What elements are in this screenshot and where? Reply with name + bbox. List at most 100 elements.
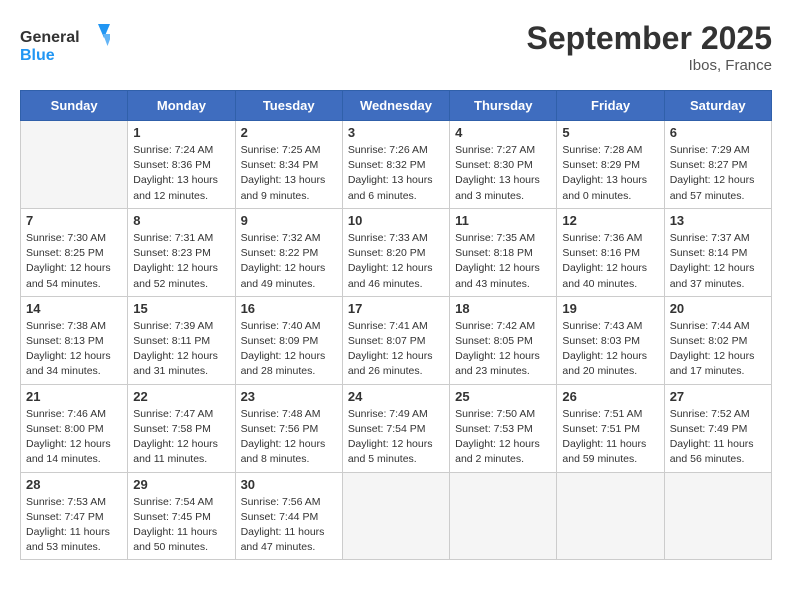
- calendar-cell: 26Sunrise: 7:51 AMSunset: 7:51 PMDayligh…: [557, 384, 664, 472]
- day-info: Sunrise: 7:54 AMSunset: 7:45 PMDaylight:…: [133, 495, 229, 556]
- day-info: Sunrise: 7:39 AMSunset: 8:11 PMDaylight:…: [133, 319, 229, 380]
- day-info: Sunrise: 7:26 AMSunset: 8:32 PMDaylight:…: [348, 143, 444, 204]
- calendar-cell: 14 Sunrise: 7:38 AMSunset: 8:13 PMDayligh…: [21, 296, 128, 384]
- calendar-cell: 12 Sunrise: 7:36 AMSunset: 8:16 PMDayligh…: [557, 208, 664, 296]
- day-number: 2: [241, 125, 337, 140]
- calendar-cell: 6 Sunrise: 7:29 AMSunset: 8:27 PMDaylight…: [664, 121, 771, 209]
- day-info: Sunrise: 7:52 AMSunset: 7:49 PMDaylight:…: [670, 407, 766, 468]
- day-info: Sunrise: 7:40 AMSunset: 8:09 PMDaylight:…: [241, 319, 337, 380]
- day-number: 22: [133, 389, 229, 404]
- day-info: Sunrise: 7:46 AMSunset: 8:00 PMDaylight:…: [26, 407, 122, 468]
- day-info: Sunrise: 7:50 AMSunset: 7:53 PMDaylight:…: [455, 407, 551, 468]
- col-header-sunday: Sunday: [21, 91, 128, 121]
- day-number: 27: [670, 389, 766, 404]
- col-header-friday: Friday: [557, 91, 664, 121]
- day-info: Sunrise: 7:44 AMSunset: 8:02 PMDaylight:…: [670, 319, 766, 380]
- day-number: 23: [241, 389, 337, 404]
- calendar-cell: 13 Sunrise: 7:37 AMSunset: 8:14 PMDayligh…: [664, 208, 771, 296]
- col-header-thursday: Thursday: [450, 91, 557, 121]
- calendar-cell: 24Sunrise: 7:49 AMSunset: 7:54 PMDayligh…: [342, 384, 449, 472]
- day-info: Sunrise: 7:47 AMSunset: 7:58 PMDaylight:…: [133, 407, 229, 468]
- page-header: General Blue September 2025 Ibos, France: [20, 20, 772, 74]
- day-number: 30: [241, 477, 337, 492]
- calendar-cell: [664, 472, 771, 560]
- day-number: 5: [562, 125, 658, 140]
- calendar-cell: [557, 472, 664, 560]
- day-number: 17: [348, 301, 444, 316]
- day-number: 7: [26, 213, 122, 228]
- calendar-cell: 3 Sunrise: 7:26 AMSunset: 8:32 PMDaylight…: [342, 121, 449, 209]
- day-info: Sunrise: 7:30 AMSunset: 8:25 PMDaylight:…: [26, 231, 122, 292]
- day-info: Sunrise: 7:32 AMSunset: 8:22 PMDaylight:…: [241, 231, 337, 292]
- calendar-cell: 11Sunrise: 7:35 AMSunset: 8:18 PMDayligh…: [450, 208, 557, 296]
- col-header-tuesday: Tuesday: [235, 91, 342, 121]
- day-info: Sunrise: 7:27 AMSunset: 8:30 PMDaylight:…: [455, 143, 551, 204]
- day-info: Sunrise: 7:41 AMSunset: 8:07 PMDaylight:…: [348, 319, 444, 380]
- day-number: 24: [348, 389, 444, 404]
- day-info: Sunrise: 7:37 AMSunset: 8:14 PMDaylight:…: [670, 231, 766, 292]
- day-info: Sunrise: 7:35 AMSunset: 8:18 PMDaylight:…: [455, 231, 551, 292]
- day-number: 9: [241, 213, 337, 228]
- calendar-cell: 15 Sunrise: 7:39 AMSunset: 8:11 PMDayligh…: [128, 296, 235, 384]
- logo: General Blue: [20, 20, 110, 70]
- day-number: 29: [133, 477, 229, 492]
- logo-svg: General Blue: [20, 20, 110, 70]
- day-info: Sunrise: 7:31 AMSunset: 8:23 PMDaylight:…: [133, 231, 229, 292]
- location: Ibos, France: [527, 57, 772, 74]
- day-info: Sunrise: 7:43 AMSunset: 8:03 PMDaylight:…: [562, 319, 658, 380]
- day-info: Sunrise: 7:48 AMSunset: 7:56 PMDaylight:…: [241, 407, 337, 468]
- day-number: 20: [670, 301, 766, 316]
- day-info: Sunrise: 7:36 AMSunset: 8:16 PMDaylight:…: [562, 231, 658, 292]
- calendar-cell: 28 Sunrise: 7:53 AMSunset: 7:47 PMDayligh…: [21, 472, 128, 560]
- day-number: 6: [670, 125, 766, 140]
- svg-text:Blue: Blue: [20, 47, 55, 64]
- day-number: 1: [133, 125, 229, 140]
- day-number: 16: [241, 301, 337, 316]
- calendar-cell: 20 Sunrise: 7:44 AMSunset: 8:02 PMDayligh…: [664, 296, 771, 384]
- day-number: 15: [133, 301, 229, 316]
- day-number: 3: [348, 125, 444, 140]
- calendar-cell: 4 Sunrise: 7:27 AMSunset: 8:30 PMDaylight…: [450, 121, 557, 209]
- title-block: September 2025 Ibos, France: [527, 20, 772, 74]
- day-number: 14: [26, 301, 122, 316]
- day-number: 28: [26, 477, 122, 492]
- day-info: Sunrise: 7:29 AMSunset: 8:27 PMDaylight:…: [670, 143, 766, 204]
- svg-text:General: General: [20, 29, 80, 46]
- col-header-wednesday: Wednesday: [342, 91, 449, 121]
- day-info: Sunrise: 7:38 AMSunset: 8:13 PMDaylight:…: [26, 319, 122, 380]
- day-info: Sunrise: 7:33 AMSunset: 8:20 PMDaylight:…: [348, 231, 444, 292]
- calendar-cell: 10 Sunrise: 7:33 AMSunset: 8:20 PMDayligh…: [342, 208, 449, 296]
- calendar-cell: 7 Sunrise: 7:30 AMSunset: 8:25 PMDaylight…: [21, 208, 128, 296]
- col-header-monday: Monday: [128, 91, 235, 121]
- calendar-cell: 2 Sunrise: 7:25 AMSunset: 8:34 PMDaylight…: [235, 121, 342, 209]
- calendar-cell: 27 Sunrise: 7:52 AMSunset: 7:49 PMDayligh…: [664, 384, 771, 472]
- day-info: Sunrise: 7:28 AMSunset: 8:29 PMDaylight:…: [562, 143, 658, 204]
- day-info: Sunrise: 7:42 AMSunset: 8:05 PMDaylight:…: [455, 319, 551, 380]
- calendar-cell: 18 Sunrise: 7:42 AMSunset: 8:05 PMDayligh…: [450, 296, 557, 384]
- day-number: 13: [670, 213, 766, 228]
- day-info: Sunrise: 7:56 AMSunset: 7:44 PMDaylight:…: [241, 495, 337, 556]
- day-number: 21: [26, 389, 122, 404]
- calendar-cell: [342, 472, 449, 560]
- calendar-cell: 1 Sunrise: 7:24 AMSunset: 8:36 PMDaylight…: [128, 121, 235, 209]
- calendar-cell: 30 Sunrise: 7:56 AMSunset: 7:44 PMDayligh…: [235, 472, 342, 560]
- calendar-cell: [450, 472, 557, 560]
- calendar-cell: 29 Sunrise: 7:54 AMSunset: 7:45 PMDayligh…: [128, 472, 235, 560]
- calendar-cell: 21 Sunrise: 7:46 AMSunset: 8:00 PMDayligh…: [21, 384, 128, 472]
- day-number: 4: [455, 125, 551, 140]
- calendar-cell: 9 Sunrise: 7:32 AMSunset: 8:22 PMDaylight…: [235, 208, 342, 296]
- day-info: Sunrise: 7:53 AMSunset: 7:47 PMDaylight:…: [26, 495, 122, 556]
- day-number: 10: [348, 213, 444, 228]
- day-number: 8: [133, 213, 229, 228]
- calendar-cell: 19Sunrise: 7:43 AMSunset: 8:03 PMDayligh…: [557, 296, 664, 384]
- col-header-saturday: Saturday: [664, 91, 771, 121]
- day-number: 18: [455, 301, 551, 316]
- day-number: 26: [562, 389, 658, 404]
- day-number: 12: [562, 213, 658, 228]
- calendar-cell: 8 Sunrise: 7:31 AMSunset: 8:23 PMDaylight…: [128, 208, 235, 296]
- day-number: 25: [455, 389, 551, 404]
- calendar-table: SundayMondayTuesdayWednesdayThursdayFrid…: [20, 90, 772, 560]
- day-info: Sunrise: 7:25 AMSunset: 8:34 PMDaylight:…: [241, 143, 337, 204]
- day-info: Sunrise: 7:24 AMSunset: 8:36 PMDaylight:…: [133, 143, 229, 204]
- calendar-cell: 22 Sunrise: 7:47 AMSunset: 7:58 PMDayligh…: [128, 384, 235, 472]
